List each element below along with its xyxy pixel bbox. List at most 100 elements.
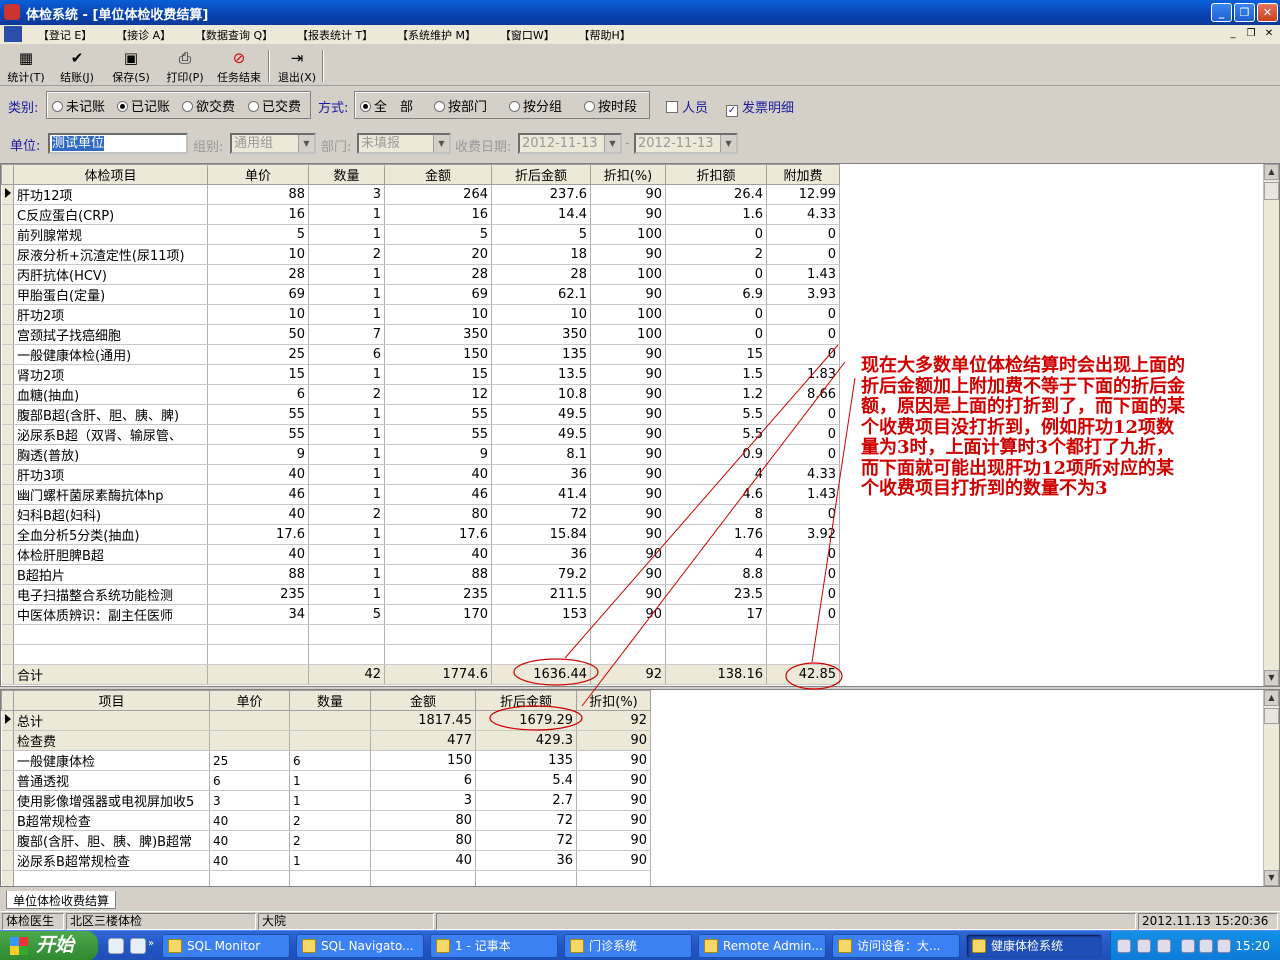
task-sql-monitor[interactable]: SQL Monitor [162, 934, 290, 958]
table-row[interactable]: 肾功2项 15 1 15 13.5 90 1.5 1.83 [1, 364, 840, 385]
table-row[interactable]: 检查费 477 429.3 90 [1, 730, 651, 751]
table-row[interactable]: 胸透(普放) 9 1 9 8.1 90 0.9 0 [1, 444, 840, 465]
column-header[interactable]: 金额 [370, 690, 476, 711]
mdi-restore-icon[interactable]: ❐ [1244, 27, 1258, 41]
minimize-button[interactable]: _ [1211, 3, 1232, 22]
menu-help[interactable]: 【帮助H】 [569, 25, 641, 43]
column-header[interactable]: 体检项目 [13, 164, 208, 185]
table-row[interactable]: 泌尿系B超常规检查 40 1 40 36 90 [1, 850, 651, 871]
radio-unbilled[interactable]: 未记账 [52, 96, 105, 115]
date-from-picker[interactable]: 2012-11-13 ▼ [518, 133, 622, 154]
radio-by-group[interactable]: 按分组 [509, 96, 562, 115]
save-button[interactable]: ▣ 保存(S) [108, 49, 154, 85]
stats-button[interactable]: ▦ 统计(T) [4, 49, 48, 85]
task-remote-admin[interactable]: Remote Admin... [698, 934, 826, 958]
checkout-button[interactable]: ✔ 结账(J) [54, 49, 100, 85]
scroll-up-icon[interactable]: ▲ [1264, 690, 1279, 706]
scroll-thumb[interactable] [1264, 708, 1279, 724]
table-row[interactable]: 电子扫描整合系统功能检测 235 1 235 211.5 90 23.5 0 [1, 584, 840, 605]
table-row[interactable]: 一般健康体检(通用) 25 6 150 135 90 15 0 [1, 344, 840, 365]
column-header[interactable]: 单价 [207, 164, 309, 185]
radio-all[interactable]: 全 部 [360, 96, 413, 115]
column-header[interactable]: 数量 [308, 164, 385, 185]
column-header[interactable]: 附加费 [766, 164, 840, 185]
table-row[interactable]: 甲胎蛋白(定量) 69 1 69 62.1 90 6.9 3.93 [1, 284, 840, 305]
table-row[interactable]: 尿液分析+沉渣定性(尿11项) 10 2 20 18 90 2 0 [1, 244, 840, 265]
input-method-icon[interactable] [1157, 939, 1171, 953]
table-row[interactable]: B超常规检查 40 2 80 72 90 [1, 810, 651, 831]
mdi-close-icon[interactable]: ✕ [1262, 27, 1276, 41]
table-row[interactable]: 中医体质辨识：副主任医师 34 5 170 153 90 17 0 [1, 604, 840, 625]
task-health-checkup[interactable]: 健康体检系统 [966, 934, 1102, 958]
table-row[interactable]: 总计 1817.45 1679.29 92 [1, 710, 651, 731]
menu-register[interactable]: 【登记 E】 [28, 25, 102, 43]
quicklaunch-expand-icon[interactable]: » [148, 938, 158, 954]
column-header[interactable]: 数量 [289, 690, 371, 711]
menu-window[interactable]: 【窗口W】 [490, 25, 565, 43]
table-row[interactable]: 普通透视 6 1 6 5.4 90 [1, 770, 651, 791]
task-notepad[interactable]: 1 - 记事本 [430, 934, 558, 958]
table-row[interactable]: 宫颈拭子找癌细胞 50 7 350 350 100 0 0 [1, 324, 840, 345]
table-row[interactable]: 妇科B超(妇科) 40 2 80 72 90 8 0 [1, 504, 840, 525]
tab-unit-settlement[interactable]: 单位体检收费结算 [6, 891, 117, 909]
scroll-thumb[interactable] [1264, 182, 1279, 200]
radio-by-period[interactable]: 按时段 [584, 96, 637, 115]
column-header[interactable]: 折后金额 [491, 164, 591, 185]
print-button[interactable]: ⎙ 打印(P) [162, 49, 208, 85]
table-row[interactable]: 使用影像增强器或电视屏加收5 3 1 3 2.7 90 [1, 790, 651, 811]
column-header[interactable]: 折后金额 [475, 690, 577, 711]
table-row[interactable]: 全血分析5分类(抽血) 17.6 1 17.6 15.84 90 1.76 3.92 [1, 524, 840, 545]
table-row[interactable]: 肝功3项 40 1 40 36 90 4 4.33 [1, 464, 840, 485]
table-row[interactable]: 肝功2项 10 1 10 10 100 0 0 [1, 304, 840, 325]
menu-report[interactable]: 【报表统计 T】 [287, 25, 383, 43]
table-row[interactable]: 一般健康体检 25 6 150 135 90 [1, 750, 651, 771]
scroll-up-icon[interactable]: ▲ [1264, 164, 1279, 180]
table-row[interactable]: 泌尿系B超（双肾、输尿管、 55 1 55 49.5 90 5.5 0 [1, 424, 840, 445]
checkbox-invoice-detail[interactable]: ✓ 发票明细 [726, 97, 794, 117]
mdi-minimize-icon[interactable]: _ [1226, 27, 1240, 41]
menu-reception[interactable]: 【接诊 A】 [106, 25, 181, 43]
help-icon[interactable] [1137, 939, 1151, 953]
quicklaunch-ie-icon[interactable] [108, 938, 124, 954]
table-row[interactable]: 肝功12项 88 3 264 237.6 90 26.4 12.99 [1, 184, 840, 205]
item-grid-scrollbar[interactable]: ▲ ▼ [1263, 164, 1279, 686]
dept-select[interactable]: 未填报 ▼ [357, 133, 451, 154]
radio-by-dept[interactable]: 按部门 [434, 96, 487, 115]
menu-query[interactable]: 【数据查询 Q】 [185, 25, 283, 43]
table-row[interactable]: 前列腺常规 5 1 5 5 100 0 0 [1, 224, 840, 245]
fee-grid-scrollbar[interactable]: ▲ ▼ [1263, 690, 1279, 886]
radio-billed[interactable]: 已记账 [117, 96, 170, 115]
date-to-picker[interactable]: 2012-11-13 ▼ [634, 133, 738, 154]
table-row[interactable]: C反应蛋白(CRP) 16 1 16 14.4 90 1.6 4.33 [1, 204, 840, 225]
table-row[interactable]: 腹部B超(含肝、胆、胰、脾) 55 1 55 49.5 90 5.5 0 [1, 404, 840, 425]
table-row[interactable]: 幽门螺杆菌尿素酶抗体hp 46 1 46 41.4 90 4.6 1.43 [1, 484, 840, 505]
table-row[interactable]: B超拍片 88 1 88 79.2 90 8.8 0 [1, 564, 840, 585]
antivirus-icon[interactable] [1217, 939, 1231, 953]
quicklaunch-desktop-icon[interactable] [130, 938, 146, 954]
volume-icon[interactable] [1199, 939, 1213, 953]
task-access-device[interactable]: 访问设备：大... [832, 934, 960, 958]
column-header[interactable]: 单价 [209, 690, 290, 711]
close-button[interactable]: ✕ [1257, 3, 1278, 22]
start-button[interactable]: 开始 [0, 931, 98, 960]
column-header[interactable]: 金额 [384, 164, 492, 185]
task-clinic[interactable]: 门诊系统 [564, 934, 692, 958]
keyboard-icon[interactable] [1117, 939, 1131, 953]
group-select[interactable]: 通用组 ▼ [230, 133, 316, 154]
exit-button[interactable]: ⇥ 退出(X) [274, 49, 320, 85]
scroll-down-icon[interactable]: ▼ [1264, 670, 1279, 686]
menu-system[interactable]: 【系统维护 M】 [387, 25, 486, 43]
maximize-button[interactable]: ❐ [1234, 3, 1255, 22]
unit-input[interactable]: 测试单位 [48, 133, 188, 154]
scroll-down-icon[interactable]: ▼ [1264, 870, 1279, 886]
column-header[interactable]: 折扣(%) [590, 164, 666, 185]
table-row[interactable]: 体检肝胆脾B超 40 1 40 36 90 4 0 [1, 544, 840, 565]
network-icon[interactable] [1181, 939, 1195, 953]
radio-paid[interactable]: 已交费 [248, 96, 301, 115]
task-sql-navigator[interactable]: SQL Navigato... [296, 934, 424, 958]
column-header[interactable]: 折扣额 [665, 164, 767, 185]
table-row[interactable]: 丙肝抗体(HCV) 28 1 28 28 100 0 1.43 [1, 264, 840, 285]
radio-to-pay[interactable]: 欲交费 [182, 96, 235, 115]
column-header[interactable]: 项目 [13, 690, 210, 711]
table-row[interactable]: 腹部(含肝、胆、胰、脾)B超常 40 2 80 72 90 [1, 830, 651, 851]
